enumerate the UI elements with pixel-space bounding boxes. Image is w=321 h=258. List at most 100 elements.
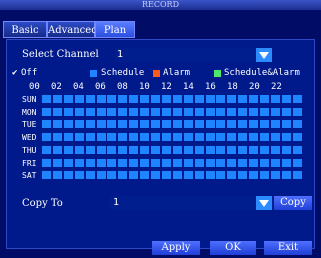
schedule-cell[interactable] <box>118 158 128 167</box>
schedule-cell[interactable] <box>129 145 139 154</box>
schedule-cell[interactable] <box>292 133 302 142</box>
schedule-cell[interactable] <box>107 171 117 180</box>
schedule-cell[interactable] <box>281 133 291 142</box>
schedule-cell[interactable] <box>205 145 215 154</box>
schedule-cell[interactable] <box>42 107 51 116</box>
schedule-cell[interactable] <box>260 95 269 103</box>
schedule-cell[interactable] <box>281 171 291 180</box>
tab-plan[interactable]: Plan <box>95 21 135 38</box>
schedule-cell[interactable] <box>42 145 51 154</box>
schedule-cell[interactable] <box>270 133 280 142</box>
schedule-cell[interactable] <box>216 145 226 154</box>
schedule-cell[interactable] <box>183 133 193 142</box>
schedule-cell[interactable] <box>107 145 117 154</box>
schedule-cell[interactable] <box>140 133 150 142</box>
schedule-cell[interactable] <box>183 120 193 129</box>
schedule-cell[interactable] <box>172 171 182 180</box>
schedule-cell[interactable] <box>238 133 248 142</box>
schedule-cell[interactable] <box>172 158 182 167</box>
schedule-cell[interactable] <box>85 120 95 129</box>
schedule-cell[interactable] <box>107 133 117 142</box>
schedule-cell[interactable] <box>227 133 237 142</box>
schedule-cell[interactable] <box>140 95 150 103</box>
schedule-cell[interactable] <box>63 120 73 129</box>
schedule-cell[interactable] <box>161 107 171 116</box>
schedule-cell[interactable] <box>292 171 302 180</box>
schedule-cell[interactable] <box>52 95 62 103</box>
schedule-cell[interactable] <box>249 171 259 180</box>
schedule-cell[interactable] <box>85 133 95 142</box>
tab-advanced[interactable]: Advanced <box>47 21 98 38</box>
schedule-cell[interactable] <box>85 107 95 116</box>
schedule-cell[interactable] <box>238 158 248 167</box>
schedule-cell[interactable] <box>183 145 193 154</box>
schedule-cell[interactable] <box>270 145 280 154</box>
schedule-cell[interactable] <box>118 145 128 154</box>
schedule-cell[interactable] <box>74 158 84 167</box>
schedule-cell[interactable] <box>52 120 62 129</box>
schedule-cell[interactable] <box>74 120 84 129</box>
schedule-cell[interactable] <box>260 145 269 154</box>
schedule-cell[interactable] <box>260 158 269 167</box>
schedule-cell[interactable] <box>151 158 160 167</box>
schedule-cell[interactable] <box>205 107 215 116</box>
schedule-cell[interactable] <box>238 145 248 154</box>
apply-button[interactable]: Apply <box>152 241 200 255</box>
schedule-cell[interactable] <box>292 107 302 116</box>
schedule-cell[interactable] <box>140 158 150 167</box>
schedule-cell[interactable] <box>140 145 150 154</box>
schedule-cell[interactable] <box>129 120 139 129</box>
schedule-cell[interactable] <box>63 133 73 142</box>
schedule-cell[interactable] <box>118 95 128 103</box>
schedule-cell[interactable] <box>205 120 215 129</box>
schedule-cell[interactable] <box>194 107 204 116</box>
schedule-cell[interactable] <box>118 133 128 142</box>
schedule-cell[interactable] <box>249 107 259 116</box>
schedule-cell[interactable] <box>260 120 269 129</box>
schedule-cell[interactable] <box>42 120 51 129</box>
schedule-cell[interactable] <box>270 158 280 167</box>
schedule-cell[interactable] <box>161 95 171 103</box>
schedule-cell[interactable] <box>161 120 171 129</box>
schedule-cell[interactable] <box>292 145 302 154</box>
schedule-cell[interactable] <box>107 158 117 167</box>
schedule-cell[interactable] <box>194 95 204 103</box>
exit-button[interactable]: Exit <box>264 241 312 255</box>
schedule-grid[interactable] <box>42 95 304 185</box>
schedule-cell[interactable] <box>172 133 182 142</box>
schedule-cell[interactable] <box>74 145 84 154</box>
schedule-cell[interactable] <box>281 120 291 129</box>
schedule-cell[interactable] <box>118 107 128 116</box>
schedule-cell[interactable] <box>96 171 106 180</box>
schedule-cell[interactable] <box>292 120 302 129</box>
schedule-cell[interactable] <box>161 158 171 167</box>
schedule-cell[interactable] <box>194 133 204 142</box>
schedule-cell[interactable] <box>194 158 204 167</box>
schedule-cell[interactable] <box>249 145 259 154</box>
schedule-cell[interactable] <box>74 133 84 142</box>
tab-basic[interactable]: Basic <box>3 21 47 38</box>
schedule-cell[interactable] <box>270 120 280 129</box>
schedule-cell[interactable] <box>96 95 106 103</box>
schedule-cell[interactable] <box>63 95 73 103</box>
schedule-cell[interactable] <box>96 120 106 129</box>
schedule-cell[interactable] <box>172 95 182 103</box>
schedule-cell[interactable] <box>270 107 280 116</box>
schedule-cell[interactable] <box>205 95 215 103</box>
copy-to-select[interactable]: 1 <box>110 196 276 210</box>
schedule-cell[interactable] <box>281 145 291 154</box>
schedule-cell[interactable] <box>151 95 160 103</box>
schedule-cell[interactable] <box>238 171 248 180</box>
schedule-cell[interactable] <box>216 158 226 167</box>
alarm-swatch[interactable] <box>153 70 160 77</box>
schedule-cell[interactable] <box>96 145 106 154</box>
schedule-cell[interactable] <box>249 133 259 142</box>
schedule-cell[interactable] <box>238 107 248 116</box>
schedule-cell[interactable] <box>118 120 128 129</box>
schedule-cell[interactable] <box>281 95 291 103</box>
schedule-cell[interactable] <box>96 158 106 167</box>
schedule-cell[interactable] <box>140 107 150 116</box>
schedule-cell[interactable] <box>205 158 215 167</box>
schedule-cell[interactable] <box>74 171 84 180</box>
schedule-cell[interactable] <box>85 158 95 167</box>
